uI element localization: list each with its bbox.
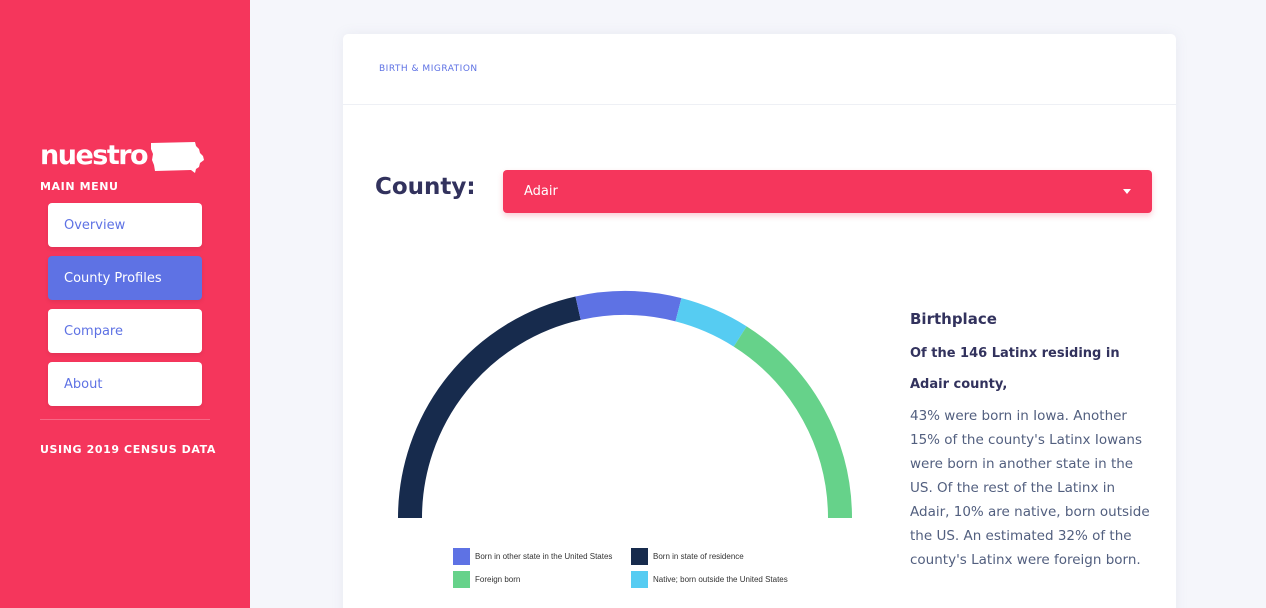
legend-item[interactable]: Born in other state in the United States: [453, 548, 612, 565]
legend-label: Born in state of residence: [653, 552, 744, 561]
chart-segment-2[interactable]: [675, 298, 747, 347]
iowa-map-icon: [151, 142, 205, 173]
birthplace-info: Birthplace Of the 146 Latinx residing in…: [910, 310, 1155, 572]
census-data-note: USING 2019 CENSUS DATA: [40, 443, 217, 456]
legend-item[interactable]: Born in state of residence: [631, 548, 744, 565]
county-select-value: Adair: [524, 184, 558, 199]
legend-swatch: [453, 548, 470, 565]
legend-swatch: [453, 571, 470, 588]
legend-label: Native; born outside the United States: [653, 575, 788, 584]
chevron-down-icon: [1123, 189, 1131, 194]
legend-swatch: [631, 571, 648, 588]
nav-item-overview[interactable]: Overview: [48, 203, 202, 247]
nav-item-compare[interactable]: Compare: [48, 309, 202, 353]
section-label: BIRTH & MIGRATION: [379, 64, 478, 74]
card-header: BIRTH & MIGRATION: [343, 34, 1176, 105]
sidebar: nuestro MAIN MENU Overview County Profil…: [0, 0, 250, 608]
legend-item[interactable]: Foreign born: [453, 571, 520, 588]
nav-item-county-profiles[interactable]: County Profiles: [48, 256, 202, 300]
legend-item[interactable]: Native; born outside the United States: [631, 571, 788, 588]
main-menu: Overview County Profiles Compare About: [48, 203, 202, 415]
logo[interactable]: nuestro: [40, 138, 205, 174]
legend-label: Foreign born: [475, 575, 521, 584]
birthplace-chart: [398, 291, 852, 519]
nav-item-about[interactable]: About: [48, 362, 202, 406]
info-title: Birthplace: [910, 310, 997, 328]
info-lead: Of the 146 Latinx residing in Adair coun…: [910, 346, 1120, 392]
legend-label: Born in other state in the United States: [475, 552, 613, 561]
main-menu-heading: MAIN MENU: [40, 180, 119, 193]
chart-segment-3[interactable]: [733, 326, 852, 519]
sidebar-divider: [40, 419, 210, 420]
birth-migration-card: BIRTH & MIGRATION County: Adair Born in …: [343, 34, 1176, 608]
legend-swatch: [631, 548, 648, 565]
county-select[interactable]: Adair: [503, 170, 1152, 213]
chart-segment-1[interactable]: [575, 291, 682, 322]
info-body: 43% were born in Iowa. Another 15% of th…: [910, 408, 1150, 568]
chart-segment-0[interactable]: [398, 296, 581, 519]
logo-text: nuestro: [40, 140, 149, 171]
county-label: County:: [375, 174, 476, 200]
